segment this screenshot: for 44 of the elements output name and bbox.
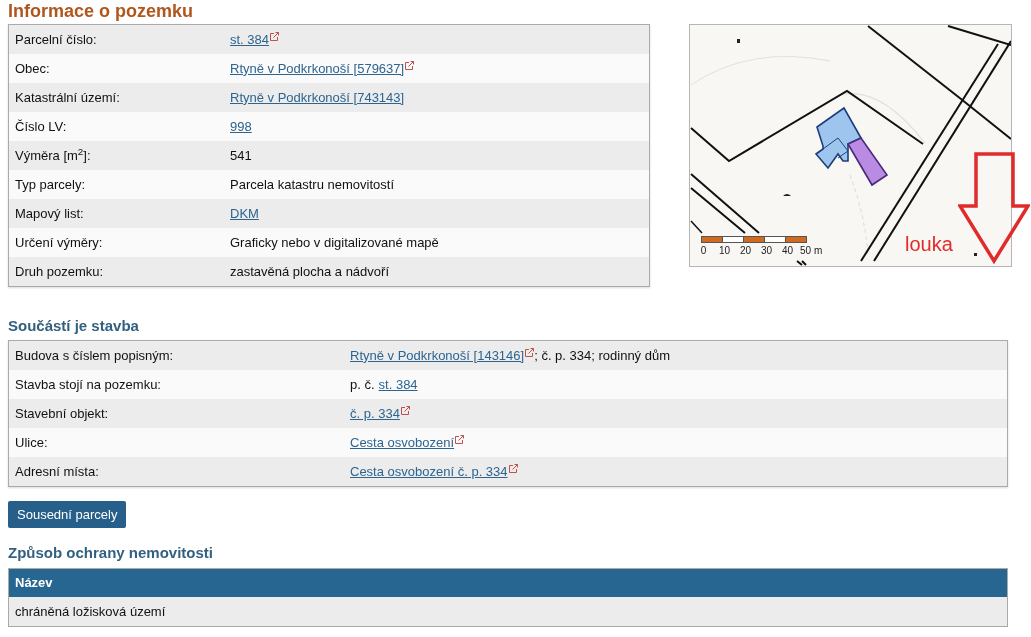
- field-label: Výměra [m$^{2}$]:: [15, 147, 91, 163]
- field-label: Ulice:: [15, 434, 48, 450]
- field-value: 541: [230, 146, 252, 165]
- neighbors-button[interactable]: Sousední parcely: [8, 501, 127, 528]
- link[interactable]: 998: [230, 116, 252, 137]
- link[interactable]: Rtyně v Podkrkonoší [143146]: [350, 345, 525, 366]
- link[interactable]: Cesta osvobození: [350, 432, 455, 453]
- link[interactable]: č. p. 334: [350, 403, 400, 424]
- field-value: Rtyně v Podkrkonoší [143146] ; č. p. 334; rodinný dům: [350, 345, 671, 366]
- scale-bar-icon: [701, 236, 807, 243]
- field-label: Stavební objekt:: [15, 405, 109, 421]
- field-value: p. č. st. 384: [350, 374, 418, 395]
- field-label: Číslo LV:: [15, 118, 67, 134]
- field-label: Adresní místa:: [15, 463, 99, 479]
- field-label: Typ parcely:: [15, 176, 86, 192]
- field-label: Katastrální území:: [15, 89, 120, 105]
- scale-label: 50 m: [800, 245, 823, 257]
- link[interactable]: Rtyně v Podkrkonoší [579637]: [230, 58, 405, 79]
- table-cell-text: chráněná ložisková území: [14, 602, 167, 621]
- link[interactable]: Rtyně v Podkrkonoší [743143]: [230, 87, 405, 108]
- field-value: Parcela katastru nemovitostí: [230, 175, 395, 194]
- section-heading: Součástí je stavba: [8, 316, 140, 336]
- field-label: Parcelní číslo:: [15, 31, 97, 47]
- field-label: Budova s číslem popisným:: [15, 347, 174, 363]
- map-annotation: louka: [905, 232, 953, 256]
- scale-label: 10: [717, 245, 732, 257]
- link[interactable]: DKM: [230, 203, 259, 224]
- field-value: Graficky nebo v digitalizované mapě: [230, 233, 439, 252]
- scale-label: 30: [759, 245, 774, 257]
- field-label: Stavba stojí na pozemku:: [15, 376, 161, 392]
- page-title: Informace o pozemku: [8, 0, 195, 23]
- field-label: Obec:: [15, 60, 50, 76]
- scale-label: 40: [780, 245, 795, 257]
- field-label: Druh pozemku:: [15, 263, 104, 279]
- link[interactable]: st. 384: [230, 29, 270, 50]
- column-header: Název: [14, 574, 54, 593]
- link[interactable]: Cesta osvobození č. p. 334: [350, 461, 508, 482]
- field-value: zastavěná plocha a nádvoří: [230, 262, 389, 281]
- scale-label: 0: [699, 245, 708, 257]
- field-label: Mapový list:: [15, 205, 84, 221]
- scale-label: 20: [738, 245, 753, 257]
- field-label: Určení výměry:: [15, 234, 103, 250]
- link[interactable]: st. 384: [378, 374, 418, 395]
- section-heading: Způsob ochrany nemovitosti: [8, 543, 215, 563]
